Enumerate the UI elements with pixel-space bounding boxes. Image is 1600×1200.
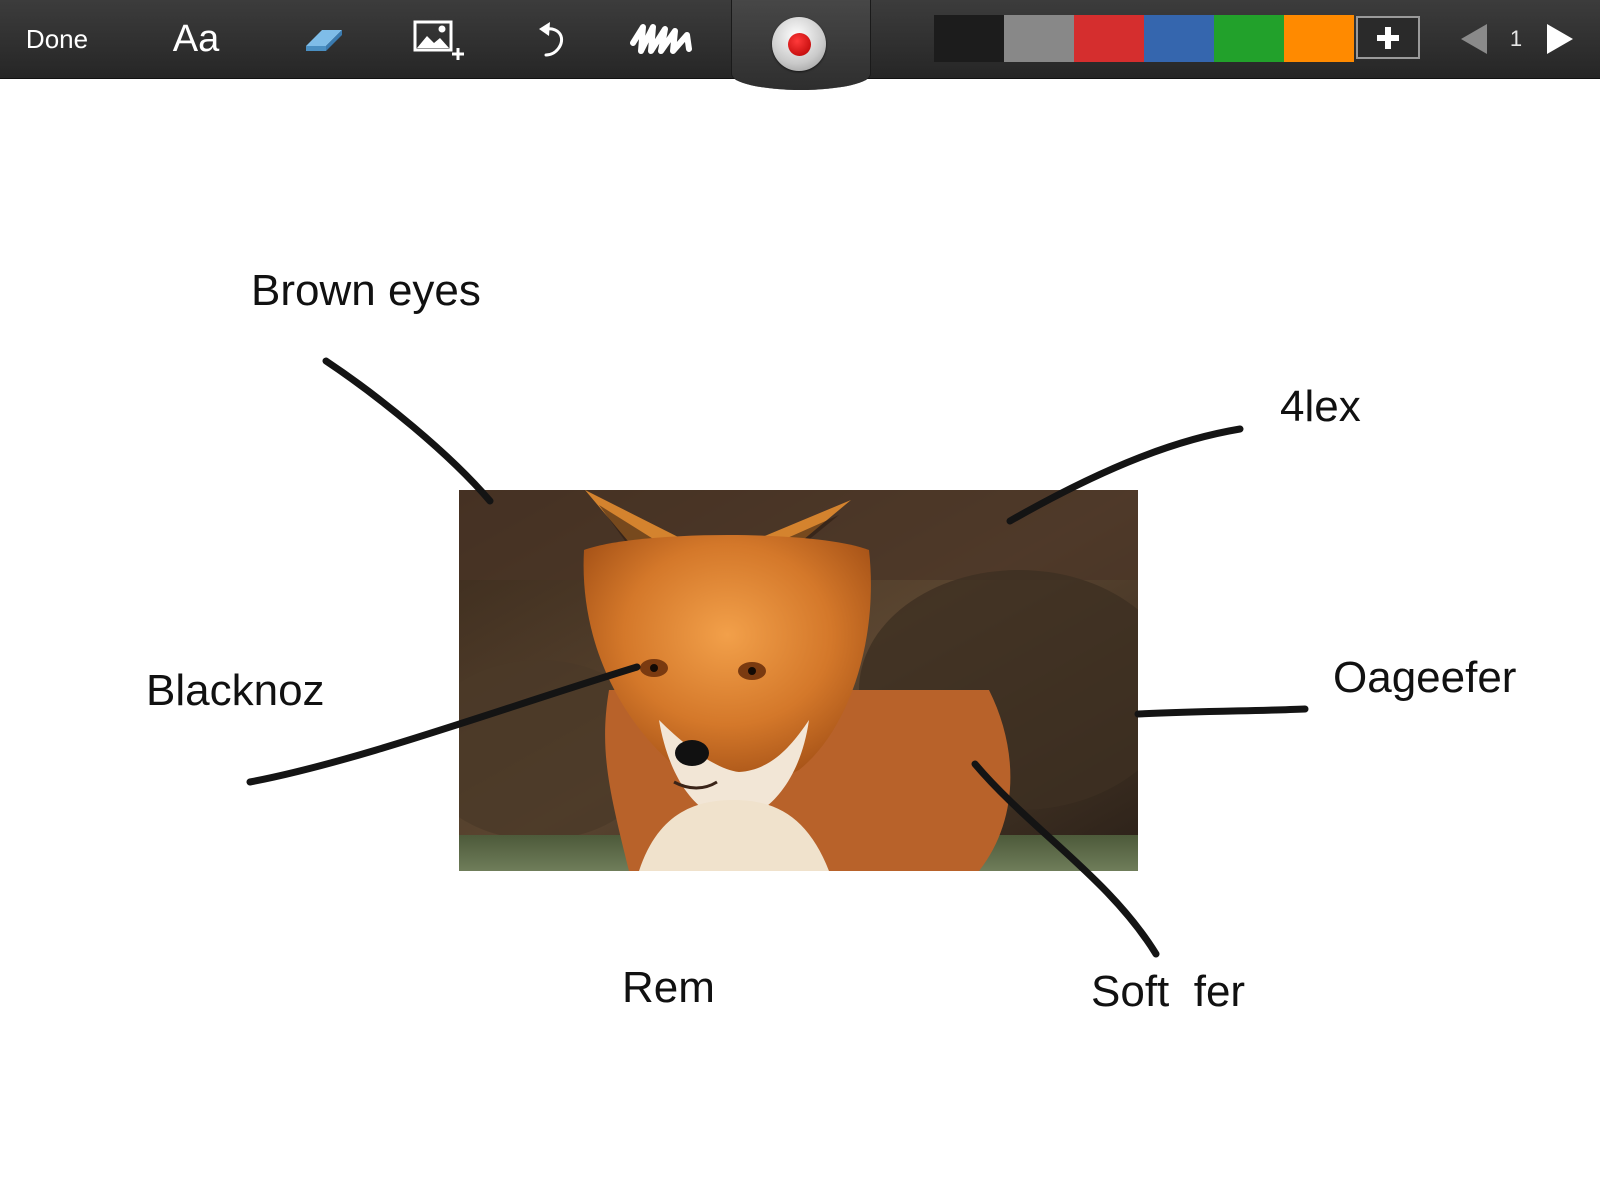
next-page-icon: [1547, 24, 1573, 54]
color-swatch-black[interactable]: [934, 15, 1004, 62]
label-brown-eyes: Brown eyes: [251, 266, 481, 315]
plus-icon: [1377, 26, 1399, 49]
insert-image-button[interactable]: [405, 0, 471, 78]
color-swatch-green[interactable]: [1214, 15, 1284, 62]
stroke-brown-eyes: [322, 357, 494, 505]
stroke-oageefer: [1134, 705, 1309, 718]
prev-page-button[interactable]: [1454, 0, 1494, 78]
add-color-button[interactable]: [1356, 16, 1420, 59]
stroke-4lex: [1006, 425, 1244, 525]
eraser-icon: [306, 30, 342, 51]
label-4lex: 4lex: [1280, 382, 1361, 431]
prev-page-icon: [1461, 24, 1487, 54]
record-button[interactable]: [772, 17, 826, 71]
undo-button[interactable]: [528, 0, 574, 78]
undo-icon: [539, 22, 563, 57]
color-swatch-blue[interactable]: [1144, 15, 1214, 62]
color-swatch-orange[interactable]: [1284, 15, 1354, 62]
color-swatch-red[interactable]: [1074, 15, 1144, 62]
stroke-soft-fer: [971, 760, 1160, 958]
toolbar: Done Aa 1: [0, 0, 1600, 90]
clear-button[interactable]: [626, 0, 698, 78]
drawing-canvas[interactable]: Brown eyes 4lex Blacknoz Oageefer Rem So…: [0, 79, 1600, 1200]
page-number: 1: [1509, 26, 1523, 51]
annotation-strokes: [246, 357, 1309, 958]
label-oageefer: Oageefer: [1333, 653, 1517, 702]
eraser-button[interactable]: [288, 0, 358, 78]
label-rem: Rem: [622, 963, 715, 1012]
image-add-icon: [413, 20, 464, 60]
scribble-clear-icon: [630, 24, 692, 54]
record-icon: [787, 32, 811, 56]
done-button[interactable]: Done: [12, 0, 102, 78]
label-soft-fer: Soft fer: [1091, 967, 1246, 1016]
color-swatch-gray[interactable]: [1004, 15, 1074, 62]
text-tool-button[interactable]: Aa: [160, 0, 232, 78]
next-page-button[interactable]: [1540, 0, 1580, 78]
label-blacknoz: Blacknoz: [146, 666, 325, 715]
